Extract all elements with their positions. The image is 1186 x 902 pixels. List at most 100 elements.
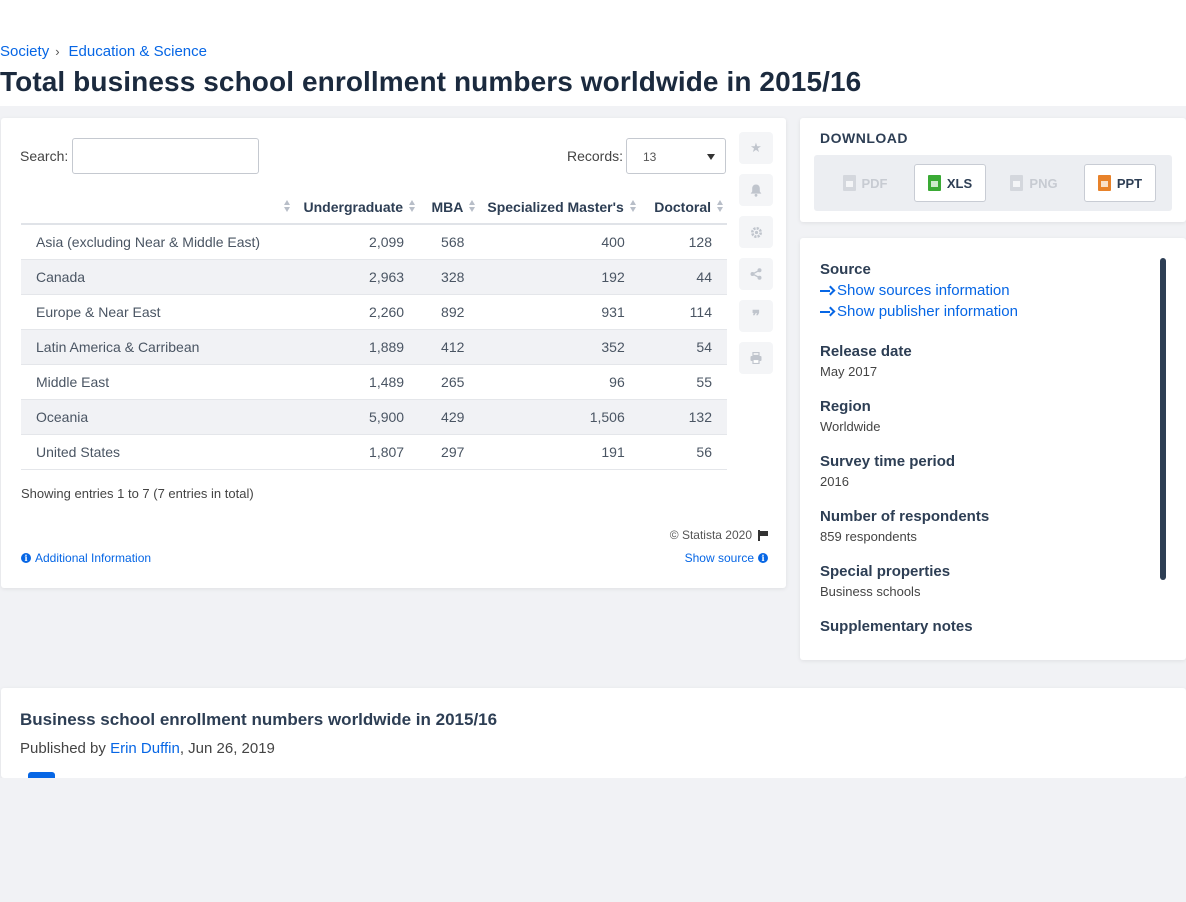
specialized-masters-cell: 1,506 xyxy=(479,399,640,435)
sort-icon xyxy=(717,200,723,214)
statistic-table-panel: Search: Records: 13 Undergraduate MBA Sp… xyxy=(1,118,786,588)
region-heading: Region xyxy=(820,398,871,415)
show-publisher-link[interactable]: Show publisher information xyxy=(820,303,1160,320)
page-title: Total business school enrollment numbers… xyxy=(0,66,862,97)
pdf-file-icon xyxy=(842,175,856,191)
data-table: Undergraduate MBA Specialized Master's D… xyxy=(21,190,727,470)
description-panel: Business school enrollment numbers world… xyxy=(1,688,1186,778)
mba-cell: 265 xyxy=(419,364,480,400)
doctoral-cell: 56 xyxy=(639,434,727,470)
download-png-button[interactable]: PNG xyxy=(998,164,1070,202)
print-button[interactable] xyxy=(739,342,773,374)
region-cell: United States xyxy=(21,434,294,470)
respondents-heading: Number of respondents xyxy=(820,508,990,525)
release-date-value: May 2017 xyxy=(820,364,878,379)
notification-button[interactable] xyxy=(739,174,773,206)
records-select[interactable]: 13 xyxy=(626,138,726,174)
show-source-label: Show source xyxy=(684,551,754,565)
search-input[interactable] xyxy=(72,138,259,174)
release-date-heading: Release date xyxy=(820,343,912,360)
download-xls-label: XLS xyxy=(946,175,973,191)
download-xls-button[interactable]: XLS xyxy=(914,164,986,202)
print-icon xyxy=(750,352,762,364)
region-cell: Europe & Near East xyxy=(21,294,294,330)
column-header-specialized-masters[interactable]: Specialized Master's xyxy=(479,190,640,225)
records-label: Records: xyxy=(567,148,624,164)
share-button[interactable] xyxy=(739,258,773,290)
show-source-link[interactable]: Show source i xyxy=(685,551,768,565)
column-header-undergraduate[interactable]: Undergraduate xyxy=(293,190,420,225)
copyright-text: © Statista 2020 xyxy=(669,528,752,542)
info-icon: i xyxy=(21,553,31,563)
show-publisher-label: Show publisher information xyxy=(837,303,1018,320)
cite-button[interactable]: ❞ xyxy=(739,300,773,332)
settings-button[interactable] xyxy=(739,216,773,248)
download-png-label: PNG xyxy=(1029,175,1058,191)
published-date: , Jun 26, 2019 xyxy=(179,740,275,757)
breadcrumb-education-science[interactable]: Education & Science xyxy=(69,43,207,60)
doctoral-cell: 55 xyxy=(639,364,727,400)
quote-icon: ❞ xyxy=(751,308,761,325)
doctoral-cell: 44 xyxy=(639,259,727,295)
show-sources-link[interactable]: Show sources information xyxy=(820,282,1160,299)
breadcrumb-society[interactable]: Society xyxy=(0,43,49,60)
download-bar: PDF XLS PNG PPT xyxy=(814,155,1172,211)
bell-icon xyxy=(750,184,762,197)
download-ppt-label: PPT xyxy=(1116,175,1143,191)
records-select-value: 13 xyxy=(643,150,657,164)
sort-icon xyxy=(469,200,476,214)
author-link[interactable]: Erin Duffin xyxy=(110,740,180,757)
arrow-right-icon xyxy=(820,307,833,317)
published-by: Published by Erin Duffin, Jun 26, 2019 xyxy=(20,740,275,757)
favorite-button[interactable]: ★ xyxy=(739,132,773,164)
undergraduate-cell: 5,900 xyxy=(293,399,420,435)
star-icon: ★ xyxy=(750,140,762,155)
region-cell: Asia (excluding Near & Middle East) xyxy=(21,224,294,260)
column-header-region[interactable] xyxy=(21,190,294,225)
column-header-doctoral[interactable]: Doctoral xyxy=(639,190,727,225)
undergraduate-cell: 2,963 xyxy=(293,259,420,295)
undergraduate-cell: 1,489 xyxy=(293,364,420,400)
mba-cell: 297 xyxy=(419,434,480,470)
table-row: Oceania 5,900 429 1,506 132 xyxy=(21,399,727,435)
info-scrollbar[interactable] xyxy=(1160,258,1166,580)
doctoral-cell: 132 xyxy=(639,399,727,435)
arrow-right-icon xyxy=(820,286,833,296)
special-properties-value: Business schools xyxy=(820,584,921,599)
scrollbar-thumb[interactable] xyxy=(1160,258,1166,580)
doctoral-cell: 114 xyxy=(639,294,727,330)
statistic-info-panel: Source Show sources information Show pub… xyxy=(800,238,1186,660)
sort-icon xyxy=(629,200,636,214)
mba-cell: 892 xyxy=(419,294,480,330)
specialized-masters-cell: 931 xyxy=(479,294,640,330)
breadcrumb-separator: › xyxy=(55,44,60,59)
table-row: Middle East 1,489 265 96 55 xyxy=(21,364,727,400)
xls-file-icon xyxy=(927,175,941,191)
download-pdf-button[interactable]: PDF xyxy=(830,164,900,202)
download-ppt-button[interactable]: PPT xyxy=(1084,164,1156,202)
region-cell: Middle East xyxy=(21,364,294,400)
table-header-row: Undergraduate MBA Specialized Master's D… xyxy=(21,190,727,225)
survey-period-heading: Survey time period xyxy=(820,453,956,470)
doctoral-cell: 128 xyxy=(639,224,727,260)
download-panel: DOWNLOAD PDF XLS PNG PPT xyxy=(800,118,1186,222)
specialized-masters-cell: 96 xyxy=(479,364,640,400)
flag-icon[interactable] xyxy=(758,529,768,541)
undergraduate-cell: 2,260 xyxy=(293,294,420,330)
mba-cell: 568 xyxy=(419,224,480,260)
breadcrumb: Society › Education & Science xyxy=(0,43,207,60)
source-heading: Source xyxy=(820,261,871,278)
sort-icon xyxy=(409,200,416,214)
table-row: Latin America & Carribean 1,889 412 352 … xyxy=(21,329,727,365)
specialized-masters-cell: 191 xyxy=(479,434,640,470)
undergraduate-cell: 1,889 xyxy=(293,329,420,365)
page-header: Society › Education & Science Total busi… xyxy=(0,0,1186,106)
doctoral-cell: 54 xyxy=(639,329,727,365)
side-toolbar: ★ ❞ xyxy=(739,132,773,384)
specialized-masters-cell: 192 xyxy=(479,259,640,295)
specialized-masters-cell: 400 xyxy=(479,224,640,260)
ppt-file-icon xyxy=(1097,175,1111,191)
column-header-mba[interactable]: MBA xyxy=(419,190,480,225)
additional-information-link[interactable]: i Additional Information xyxy=(21,551,151,565)
region-value: Worldwide xyxy=(820,419,881,434)
